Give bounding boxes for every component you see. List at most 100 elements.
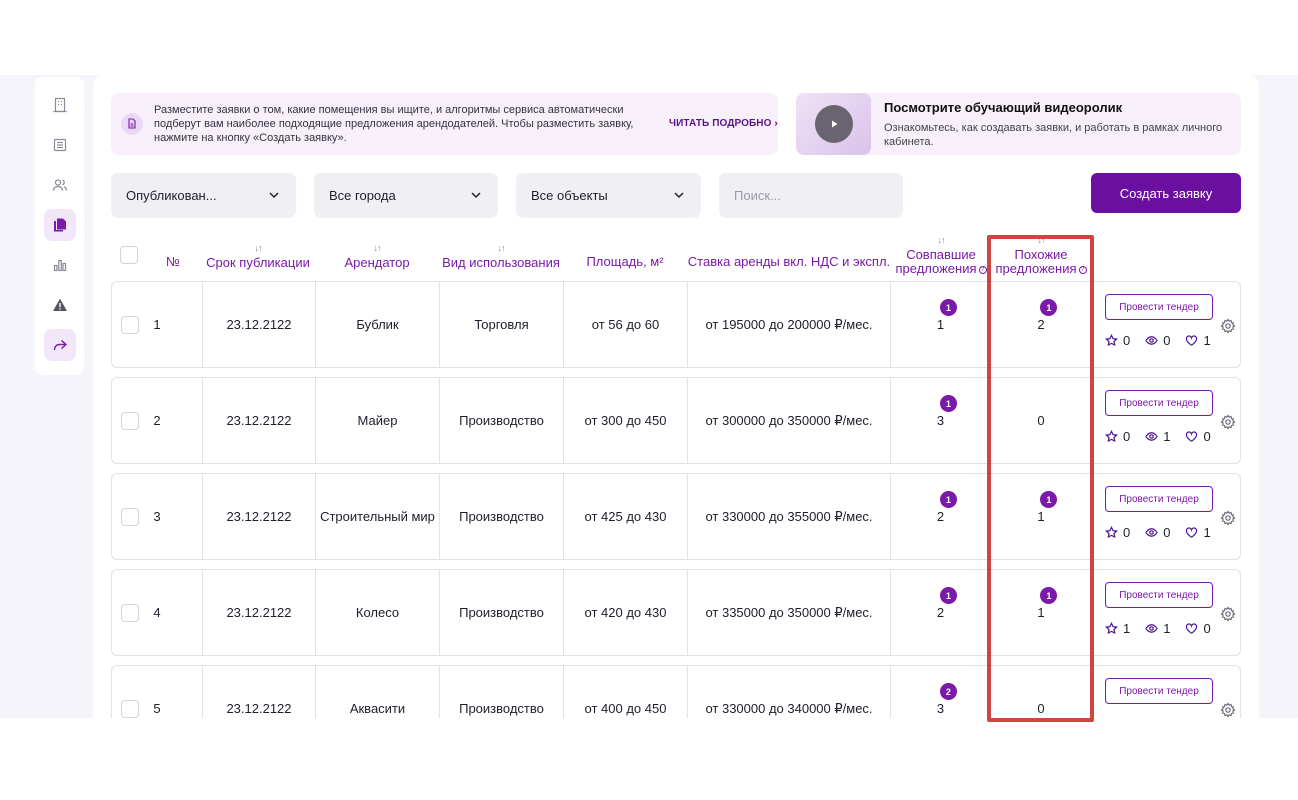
sidebar-item-alerts[interactable] xyxy=(44,289,76,321)
chevron-down-icon xyxy=(269,192,279,199)
tender-button[interactable]: Провести тендер xyxy=(1105,678,1213,704)
select-all-checkbox[interactable] xyxy=(120,246,138,264)
cell-matched[interactable]: 32 xyxy=(891,666,991,718)
sort-icon: ↓↑ xyxy=(254,243,263,253)
header-period[interactable]: ↓↑ Срок публикации xyxy=(202,241,314,270)
cell-area: от 425 до 430 xyxy=(564,474,688,559)
tender-button[interactable]: Провести тендер xyxy=(1105,390,1213,416)
video-banner[interactable]: Посмотрите обучающий видеоролик Ознакомь… xyxy=(796,93,1241,155)
objects-select-value: Все объекты xyxy=(531,188,608,203)
sidebar-item-analytics[interactable] xyxy=(44,249,76,281)
row-stats: 010 xyxy=(1105,429,1211,444)
sidebar-item-buildings[interactable] xyxy=(44,89,76,121)
cell-similar[interactable]: 0 xyxy=(991,378,1091,463)
cell-matched[interactable]: 11 xyxy=(891,282,991,367)
heart-icon xyxy=(1186,527,1198,538)
favorites-stat[interactable]: 0 xyxy=(1105,429,1130,444)
search-input[interactable] xyxy=(719,173,903,218)
sort-icon: ↓↑ xyxy=(497,243,506,253)
tender-button[interactable]: Провести тендер xyxy=(1105,486,1213,512)
cell-similar[interactable]: 11 xyxy=(991,570,1091,655)
sidebar-item-requests[interactable] xyxy=(44,209,76,241)
sort-icon: ↓↑ xyxy=(373,243,382,253)
cell-date: 23.12.2122 xyxy=(203,666,316,718)
header-usage[interactable]: ↓↑ Вид использования xyxy=(439,241,563,270)
cell-rate: от 195000 до 200000 ₽/мес. xyxy=(688,282,891,367)
cell-area: от 400 до 450 xyxy=(564,666,688,718)
sidebar-item-catalog[interactable] xyxy=(44,129,76,161)
table-row: 2 23.12.2122 Майер Производство от 300 до 45… xyxy=(111,377,1241,464)
likes-stat[interactable]: 0 xyxy=(1185,429,1211,444)
sidebar-item-share[interactable] xyxy=(44,329,76,361)
gear-icon[interactable] xyxy=(1220,702,1236,718)
city-select[interactable]: Все города xyxy=(314,173,498,218)
star-icon xyxy=(1105,334,1118,347)
create-request-button[interactable]: Создать заявку xyxy=(1091,173,1241,213)
favorites-stat[interactable]: 1 xyxy=(1105,621,1130,636)
cell-matched[interactable]: 31 xyxy=(891,378,991,463)
header-similar[interactable]: ↓↑ Похожие предложения? xyxy=(991,233,1091,276)
video-thumbnail[interactable] xyxy=(796,93,871,155)
cell-matched[interactable]: 21 xyxy=(891,474,991,559)
sidebar-item-users[interactable] xyxy=(44,169,76,201)
help-icon[interactable]: ? xyxy=(1078,265,1087,274)
play-icon[interactable] xyxy=(814,105,853,143)
sort-icon: ↓↑ xyxy=(1037,235,1046,245)
tender-button[interactable]: Провести тендер xyxy=(1105,294,1213,320)
objects-select[interactable]: Все объекты xyxy=(516,173,701,218)
info-banner: Разместите заявки о том, какие помещения… xyxy=(111,93,778,155)
info-text: Разместите заявки о том, какие помещения… xyxy=(154,104,634,144)
cell-num: 1 xyxy=(112,282,203,367)
gear-icon[interactable] xyxy=(1220,414,1236,430)
likes-stat[interactable]: 1 xyxy=(1185,525,1211,540)
cell-usage: Производство xyxy=(440,474,564,559)
heart-icon xyxy=(1186,431,1198,442)
video-title: Посмотрите обучающий видеоролик xyxy=(884,100,1123,115)
cell-similar[interactable]: 21 xyxy=(991,282,1091,367)
cell-tenant: Колесо xyxy=(316,570,440,655)
header-num: № xyxy=(166,254,180,269)
header-matched[interactable]: ↓↑ Совпавшие предложения? xyxy=(891,233,991,276)
main-panel: Разместите заявки о том, какие помещения… xyxy=(93,75,1259,718)
likes-stat[interactable]: 0 xyxy=(1185,621,1211,636)
row-stats: 110 xyxy=(1105,621,1211,636)
eye-icon xyxy=(1145,624,1159,633)
views-stat: 1 xyxy=(1145,429,1170,444)
cell-tenant: Строительный мир xyxy=(316,474,440,559)
header-tenant[interactable]: ↓↑ Арендатор xyxy=(315,241,439,270)
gear-icon[interactable] xyxy=(1220,606,1236,622)
cell-area: от 420 до 430 xyxy=(564,570,688,655)
count-badge: 1 xyxy=(939,587,957,604)
eye-icon xyxy=(1145,528,1159,537)
count-badge: 2 xyxy=(939,683,957,700)
cell-similar[interactable]: 0 xyxy=(991,666,1091,718)
count-badge: 1 xyxy=(939,299,957,316)
bar-chart-icon xyxy=(53,259,67,272)
gear-icon[interactable] xyxy=(1220,510,1236,526)
gear-icon[interactable] xyxy=(1220,318,1236,334)
cell-matched[interactable]: 21 xyxy=(891,570,991,655)
cell-tenant: Бублик xyxy=(316,282,440,367)
favorites-stat[interactable]: 0 xyxy=(1105,333,1130,348)
documents-icon xyxy=(54,218,66,232)
cell-num: 3 xyxy=(112,474,203,559)
cell-tenant: Аквасити xyxy=(316,666,440,718)
cell-similar[interactable]: 11 xyxy=(991,474,1091,559)
count-badge: 1 xyxy=(939,491,957,508)
cell-usage: Производство xyxy=(440,378,564,463)
eye-icon xyxy=(1145,432,1159,441)
read-more-link[interactable]: ЧИТАТЬ ПОДРОБНО › xyxy=(669,118,778,129)
likes-stat[interactable]: 1 xyxy=(1185,333,1211,348)
favorites-stat[interactable]: 0 xyxy=(1105,525,1130,540)
table-row: 4 23.12.2122 Колесо Производство от 420 до 4… xyxy=(111,569,1241,656)
count-badge: 1 xyxy=(1040,491,1058,508)
help-icon[interactable]: ? xyxy=(978,265,987,274)
cell-date: 23.12.2122 xyxy=(203,282,316,367)
tender-button[interactable]: Провести тендер xyxy=(1105,582,1213,608)
views-stat: 0 xyxy=(1145,333,1170,348)
status-select[interactable]: Опубликован... xyxy=(111,173,296,218)
cell-num: 2 xyxy=(112,378,203,463)
heart-icon xyxy=(1186,623,1198,634)
cell-rate: от 300000 до 350000 ₽/мес. xyxy=(688,378,891,463)
count-badge: 1 xyxy=(1040,587,1058,604)
